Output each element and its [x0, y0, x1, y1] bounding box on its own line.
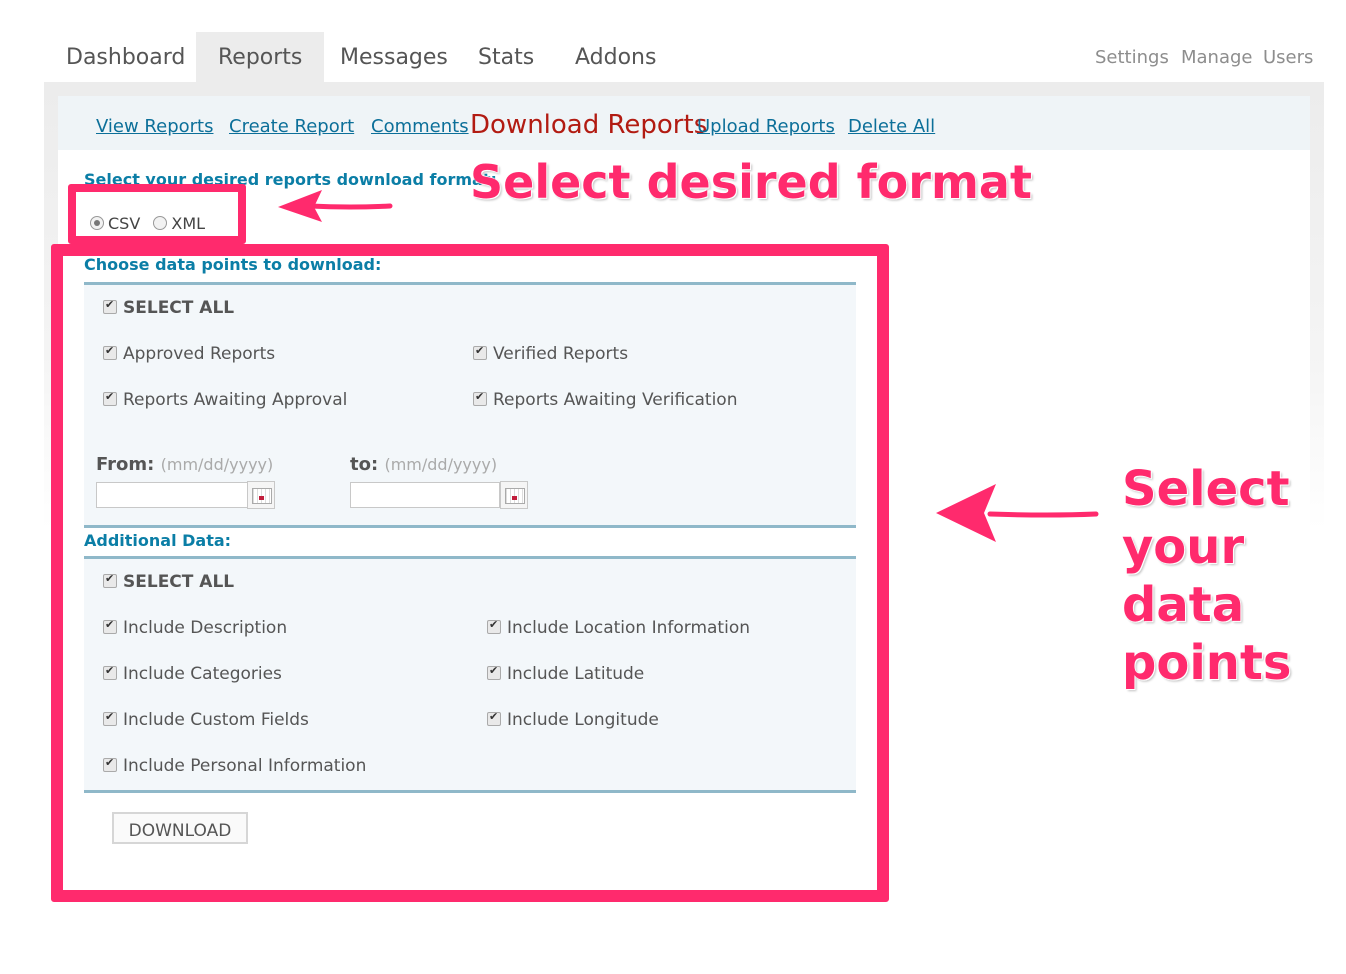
tab-reports[interactable]: Reports: [196, 32, 325, 82]
format-callout-text: Select desired format: [470, 155, 1032, 209]
sublink-download-reports: Download Reports: [470, 110, 708, 140]
data-points-callout-text: Select your data points: [1122, 460, 1291, 692]
callout-line: Select: [1122, 461, 1290, 517]
callout-line: data: [1122, 577, 1245, 633]
sublink-delete-all[interactable]: Delete All: [848, 116, 935, 137]
tab-stats[interactable]: Stats: [456, 32, 556, 82]
data-points-highlight-box: [51, 244, 889, 902]
sublink-create-report[interactable]: Create Report: [229, 116, 354, 137]
sublink-view-reports[interactable]: View Reports: [96, 116, 213, 137]
tab-addons[interactable]: Addons: [553, 32, 678, 82]
manage-link[interactable]: Manage: [1181, 32, 1253, 82]
sublink-comments[interactable]: Comments: [371, 116, 469, 137]
tab-dashboard[interactable]: Dashboard: [44, 32, 207, 82]
sublink-upload-reports[interactable]: Upload Reports: [697, 116, 835, 137]
users-link[interactable]: Users: [1263, 32, 1313, 82]
arrow-left-icon: [936, 484, 1099, 542]
top-navigation: Dashboard Reports Messages Stats Addons …: [44, 32, 1324, 82]
tab-messages[interactable]: Messages: [318, 32, 470, 82]
callout-line: your: [1122, 519, 1245, 575]
format-highlight-box: [68, 184, 246, 244]
callout-line: points: [1122, 635, 1292, 691]
settings-link[interactable]: Settings: [1095, 32, 1169, 82]
arrow-left-icon: [278, 190, 393, 222]
